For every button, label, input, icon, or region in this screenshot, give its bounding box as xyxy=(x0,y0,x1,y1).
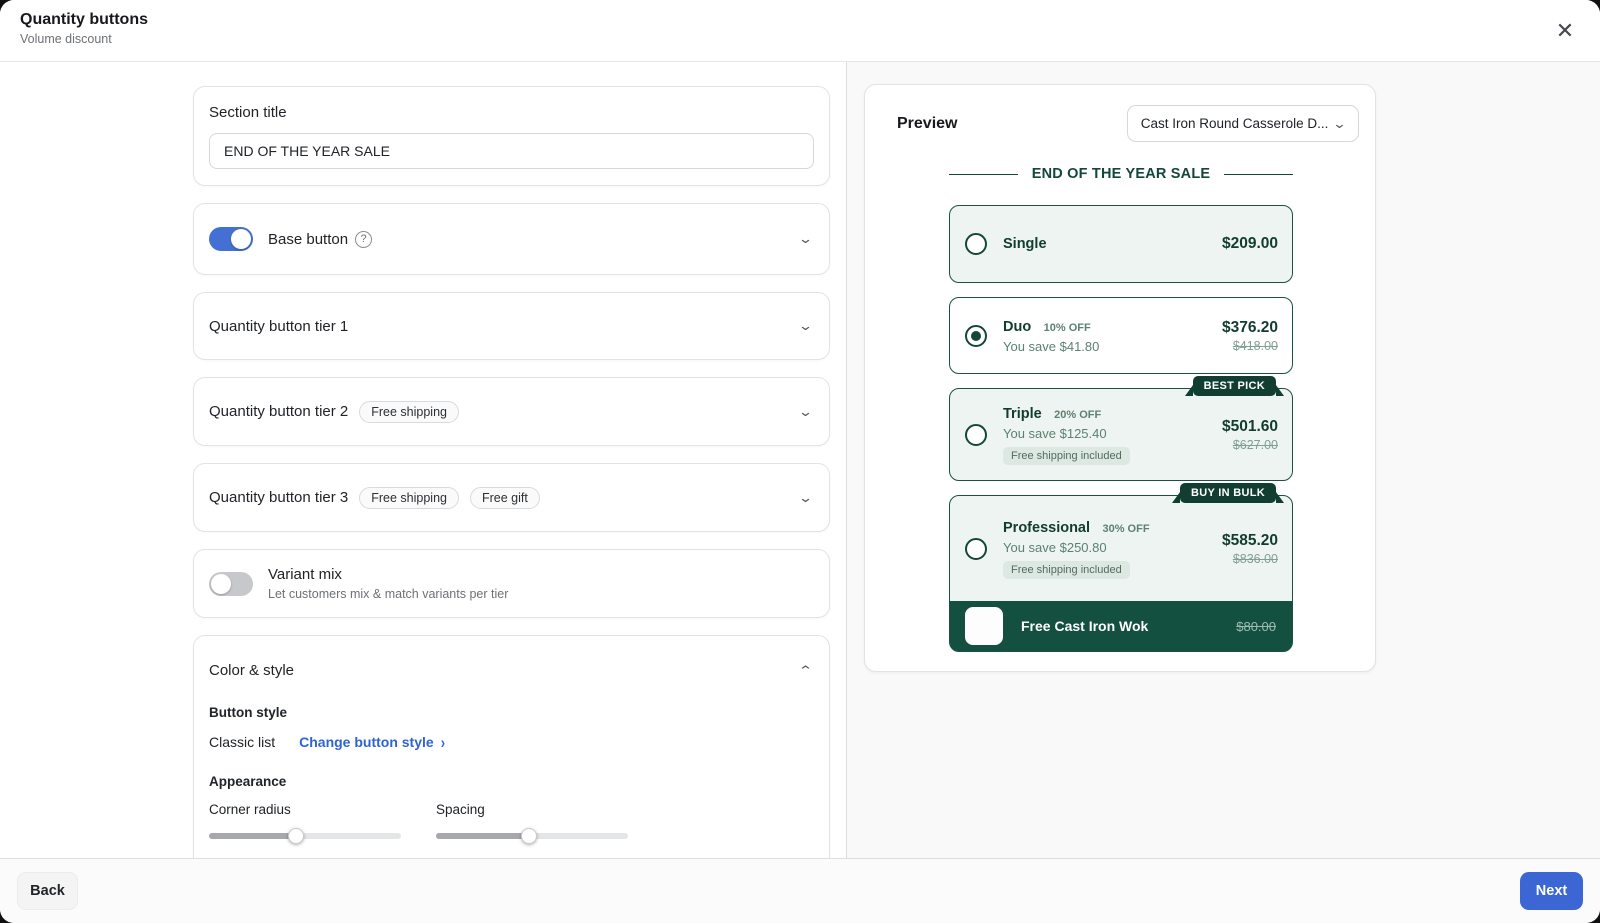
option-professional[interactable]: BUY IN BULK Professional 30% OFF You sav… xyxy=(949,483,1293,652)
discount-label: 20% OFF xyxy=(1054,408,1102,421)
color-style-card: Color & style ⌃ Button style Classic lis… xyxy=(193,635,830,858)
tier-2-label: Quantity button tier 2 xyxy=(209,403,349,420)
quantity-buttons-modal: Quantity buttons Volume discount ✕ Secti… xyxy=(0,0,1600,923)
savings-label: You save $41.80 xyxy=(1003,338,1100,354)
preview-pane: Preview Cast Iron Round Casserole D... ⌄… xyxy=(846,62,1600,858)
chevron-down-icon: ⌄ xyxy=(1332,115,1347,131)
variant-mix-label: Variant mix xyxy=(268,566,342,583)
gift-old-price: $80.00 xyxy=(1236,618,1276,634)
settings-pane: Section title Base button ? ⌄ Quantity b… xyxy=(0,62,846,858)
option-name: Professional xyxy=(1003,519,1091,536)
free-shipping-chip: Free shipping included xyxy=(1003,446,1130,465)
tier-1-label: Quantity button tier 1 xyxy=(209,317,349,335)
page-title: Quantity buttons xyxy=(20,11,148,28)
free-gift-pill: Free gift xyxy=(470,486,540,509)
option-old-price: $627.00 xyxy=(1232,437,1278,452)
preview-title: Preview xyxy=(897,114,958,132)
base-button-card[interactable]: Base button ? ⌄ xyxy=(193,203,830,275)
savings-label: You save $250.80 xyxy=(1003,539,1107,555)
radio-single[interactable] xyxy=(965,233,987,255)
sale-title-text: END OF THE YEAR SALE xyxy=(1031,166,1211,182)
option-triple[interactable]: BEST PICK Triple 20% OFF You save $125.4… xyxy=(949,376,1293,481)
option-name: Triple xyxy=(1003,405,1042,422)
variant-mix-card: Variant mix Let customers mix & match va… xyxy=(193,549,830,618)
slider-handle[interactable] xyxy=(288,828,304,844)
spacing-label: Spacing xyxy=(436,802,485,817)
corner-radius-label: Corner radius xyxy=(209,802,291,817)
slider-handle[interactable] xyxy=(521,828,537,844)
option-single[interactable]: Single $209.00 xyxy=(949,205,1293,283)
base-button-label: Base button xyxy=(268,230,349,248)
divider-line xyxy=(1224,173,1293,175)
option-old-price: $836.00 xyxy=(1232,551,1278,566)
base-button-toggle[interactable] xyxy=(209,227,253,251)
free-shipping-pill: Free shipping xyxy=(359,400,459,423)
help-icon[interactable]: ? xyxy=(355,230,373,248)
slider-fill xyxy=(436,833,529,839)
variant-mix-description: Let customers mix & match variants per t… xyxy=(268,587,509,601)
radio-duo-selected[interactable] xyxy=(965,324,987,347)
base-button-label-row: Base button ? xyxy=(268,230,373,248)
sale-title-row: END OF THE YEAR SALE xyxy=(949,157,1293,191)
radio-professional[interactable] xyxy=(965,537,987,560)
color-style-label: Color & style xyxy=(209,662,295,679)
modal-content: Section title Base button ? ⌄ Quantity b… xyxy=(0,62,1600,858)
option-price: $585.20 xyxy=(1221,531,1278,549)
product-select-value: Cast Iron Round Casserole D... xyxy=(1140,116,1329,131)
option-price: $209.00 xyxy=(1221,235,1278,252)
button-style-heading: Button style xyxy=(209,705,288,720)
chevron-down-icon[interactable]: ⌄ xyxy=(798,490,813,506)
free-shipping-chip: Free shipping included xyxy=(1003,560,1130,579)
chevron-right-icon: › xyxy=(440,732,446,752)
chevron-down-icon[interactable]: ⌄ xyxy=(798,231,813,247)
option-old-price: $418.00 xyxy=(1232,338,1278,353)
divider-line xyxy=(949,173,1018,175)
preview-card: Preview Cast Iron Round Casserole D... ⌄… xyxy=(864,84,1376,672)
appearance-heading: Appearance xyxy=(209,774,287,789)
option-name: Duo xyxy=(1003,318,1032,335)
spacing-slider[interactable] xyxy=(436,828,628,844)
buy-in-bulk-badge: BUY IN BULK xyxy=(1172,483,1284,503)
option-name: Single xyxy=(1003,236,1047,252)
back-button[interactable]: Back xyxy=(17,872,78,910)
radio-triple[interactable] xyxy=(965,423,987,446)
discount-label: 10% OFF xyxy=(1043,321,1091,334)
slider-fill xyxy=(209,833,296,839)
next-button[interactable]: Next xyxy=(1520,872,1583,910)
gift-image-placeholder xyxy=(965,607,1003,645)
chevron-down-icon[interactable]: ⌄ xyxy=(798,404,813,420)
bottom-bar: Back Next xyxy=(0,858,1600,923)
section-title-input[interactable] xyxy=(209,133,814,169)
modal-header: Quantity buttons Volume discount ✕ xyxy=(0,0,1600,62)
variant-mix-toggle[interactable] xyxy=(209,571,253,596)
chevron-down-icon[interactable]: ⌄ xyxy=(798,318,813,334)
tier-2-accordion[interactable]: Quantity button tier 2 Free shipping ⌄ xyxy=(193,377,830,446)
free-gift-bar: Free Cast Iron Wok $80.00 xyxy=(950,601,1292,651)
toggle-knob xyxy=(231,229,251,249)
free-shipping-pill: Free shipping xyxy=(359,486,459,509)
color-style-header[interactable]: Color & style ⌃ xyxy=(209,636,813,691)
product-select[interactable]: Cast Iron Round Casserole D... ⌄ xyxy=(1127,105,1359,142)
corner-radius-slider[interactable] xyxy=(209,828,401,844)
page-subtitle: Volume discount xyxy=(20,32,112,46)
tier-3-label: Quantity button tier 3 xyxy=(209,489,349,506)
close-icon[interactable]: ✕ xyxy=(1552,18,1578,44)
section-title-label: Section title xyxy=(209,104,287,121)
toggle-knob xyxy=(211,573,231,594)
volume-discount-widget: END OF THE YEAR SALE Single $209.00 Duo … xyxy=(949,157,1293,652)
tier-3-accordion[interactable]: Quantity button tier 3 Free shipping Fre… xyxy=(193,463,830,532)
section-title-card: Section title xyxy=(193,86,830,186)
tier-1-accordion[interactable]: Quantity button tier 1 ⌄ xyxy=(193,292,830,360)
best-pick-badge: BEST PICK xyxy=(1184,376,1285,396)
discount-label: 30% OFF xyxy=(1102,522,1150,535)
savings-label: You save $125.40 xyxy=(1003,425,1107,441)
option-price: $501.60 xyxy=(1221,417,1278,435)
chevron-up-icon[interactable]: ⌃ xyxy=(798,663,813,679)
change-button-style-link[interactable]: Change button style › xyxy=(299,732,446,752)
gift-name: Free Cast Iron Wok xyxy=(1021,618,1149,634)
variant-mix-text: Variant mix Let customers mix & match va… xyxy=(268,566,508,601)
button-style-value: Classic list xyxy=(209,734,276,750)
option-duo[interactable]: Duo 10% OFF You save $41.80 $376.20 $418… xyxy=(949,297,1293,374)
option-price: $376.20 xyxy=(1221,318,1278,336)
